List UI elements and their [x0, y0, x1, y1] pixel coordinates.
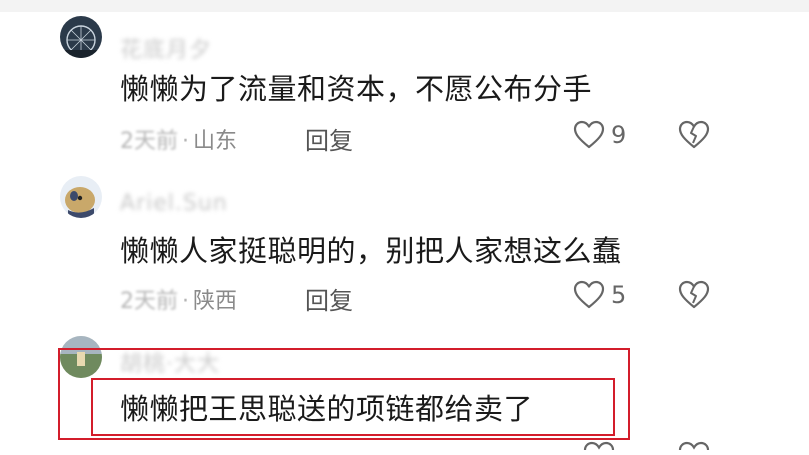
comment-location: 陕西	[193, 289, 238, 314]
heart-icon	[573, 280, 605, 309]
dislike-button[interactable]	[678, 436, 710, 455]
broken-heart-icon	[678, 120, 710, 149]
like-button[interactable]: 5	[573, 280, 626, 310]
like-count: 9	[611, 121, 627, 149]
avatar[interactable]	[60, 176, 102, 218]
like-count: 5	[611, 281, 627, 309]
comment-text: 懒懒人家挺聪明的，别把人家想这么蠢	[120, 234, 622, 268]
comment-time: 2天前	[120, 129, 178, 154]
comment-meta: 2天前 · 陕西	[120, 283, 237, 315]
comment-time: 2天前	[120, 289, 178, 314]
dislike-button[interactable]	[678, 280, 710, 314]
avatar-image	[60, 16, 102, 58]
top-divider-bar	[0, 0, 809, 12]
comment-text: 懒懒为了流量和资本，不愿公布分手	[120, 72, 593, 106]
avatar-image	[60, 176, 102, 218]
username[interactable]: Ariel.Sun	[120, 191, 228, 216]
reply-button[interactable]: 回复	[305, 281, 353, 316]
meta-separator: ·	[182, 289, 189, 314]
heart-icon	[583, 441, 615, 451]
comment-location: 山东	[193, 129, 238, 154]
highlight-annotation-inner	[91, 378, 615, 436]
reply-button[interactable]: 回复	[305, 121, 353, 156]
comment-meta: 2天前 · 山东	[120, 123, 237, 155]
heart-icon	[573, 120, 605, 149]
broken-heart-icon	[678, 280, 710, 309]
broken-heart-icon	[678, 441, 710, 451]
meta-separator: ·	[182, 129, 189, 154]
username[interactable]: 花底月夕	[120, 32, 212, 64]
avatar[interactable]	[60, 16, 102, 58]
like-button[interactable]: 9	[573, 120, 626, 150]
dislike-button[interactable]	[678, 120, 710, 154]
